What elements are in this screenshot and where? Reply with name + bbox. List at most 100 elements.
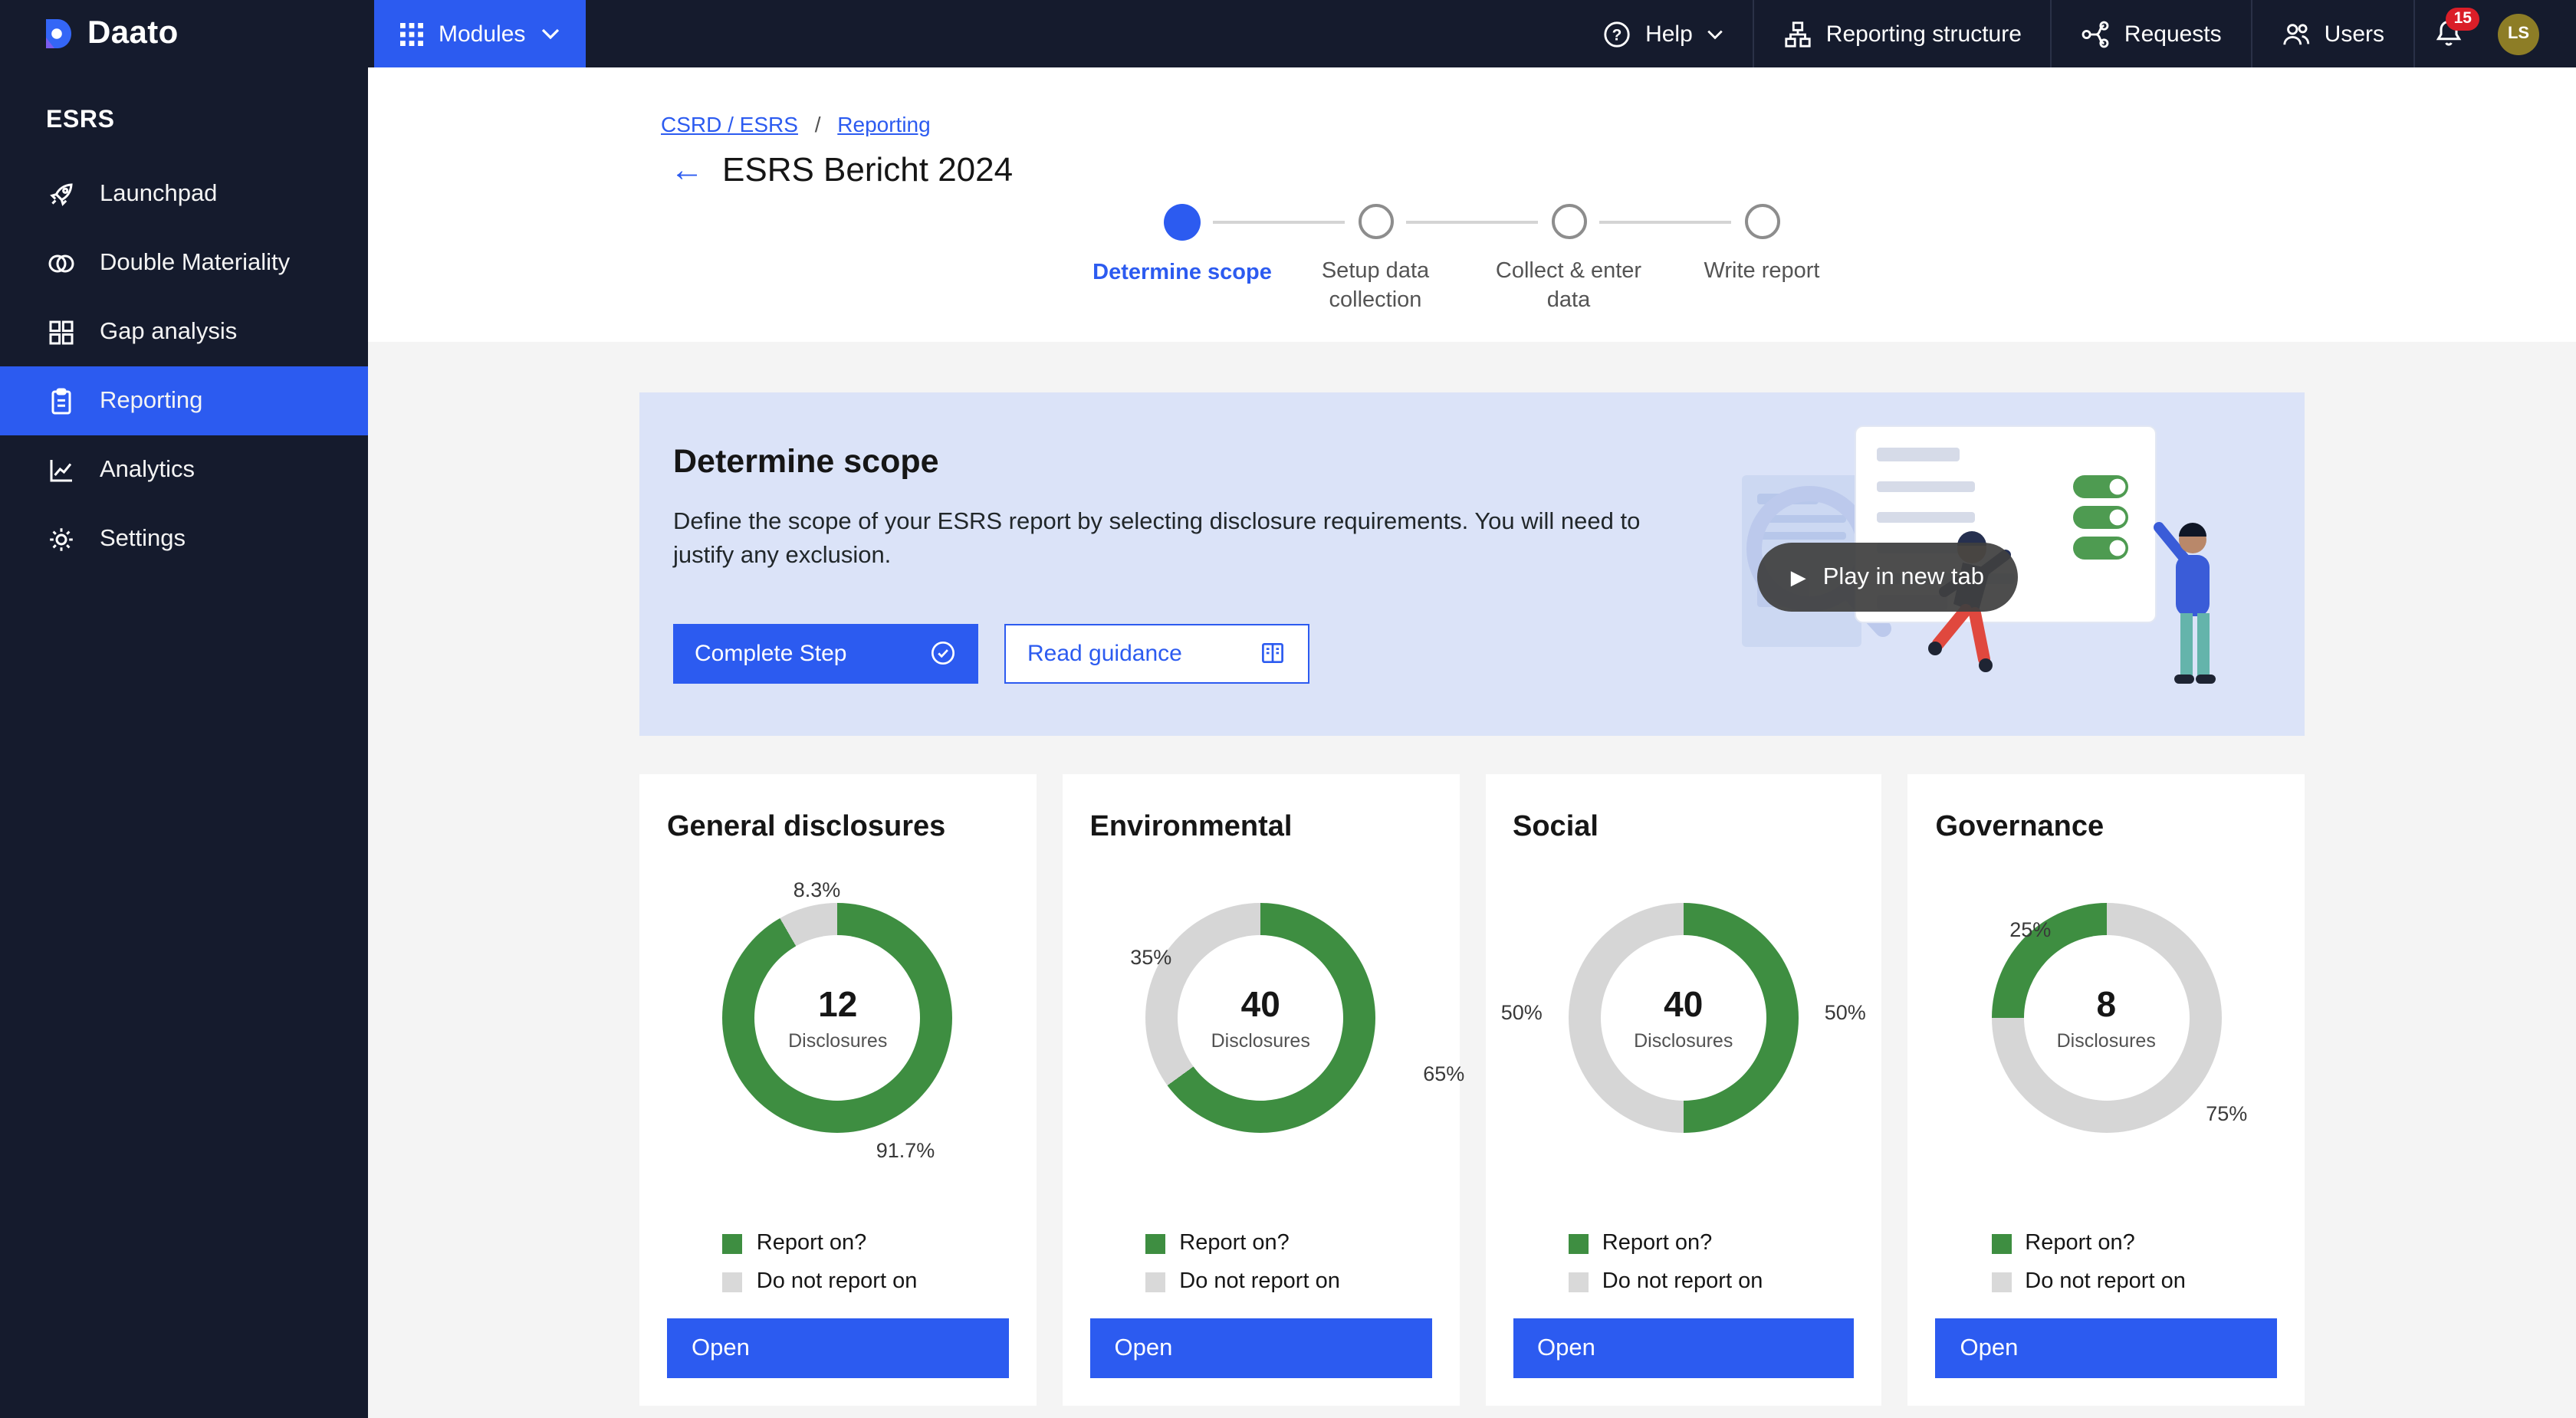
reporting-structure-link[interactable]: Reporting structure (1753, 0, 2051, 67)
card-social: Social 40 Disclosures 50% 50% Report on?… (1485, 774, 1882, 1406)
pct-label-report-on: 65% (1423, 1062, 1464, 1085)
pct-label-report-on: 25% (2009, 918, 2051, 941)
brand-name: Daato (87, 15, 179, 52)
chart-legend: Report on? Do not report on (1090, 1231, 1432, 1294)
gear-icon (46, 524, 77, 554)
sidebar-item-label: Double Materiality (100, 249, 290, 277)
modules-label: Modules (439, 21, 525, 47)
svg-text:?: ? (1612, 26, 1622, 44)
card-title: Social (1513, 811, 1855, 845)
requests-link[interactable]: Requests (2051, 0, 2251, 67)
chevron-down-icon (540, 28, 559, 40)
user-avatar[interactable]: LS (2498, 13, 2539, 54)
daato-logo-icon (40, 17, 74, 51)
progress-stepper: Determine scope Setup data collection Co… (1086, 204, 1858, 317)
category-cards: General disclosures 12 Disclosures 8.3% … (639, 774, 2305, 1406)
breadcrumb-separator: / (815, 112, 821, 136)
grid-icon (400, 22, 423, 45)
chart-legend: Report on? Do not report on (667, 1231, 1009, 1294)
open-button[interactable]: Open (667, 1318, 1009, 1378)
scope-illustration: ▶ Play in new tab (1742, 420, 2233, 708)
step-dot (1358, 204, 1393, 239)
topbar-right: ? Help Reporting structure (1573, 0, 2576, 67)
chart-legend: Report on? Do not report on (1936, 1231, 2278, 1294)
sidebar-item-label: Analytics (100, 456, 195, 484)
step-dot (1744, 204, 1779, 239)
sidebar-item-reporting[interactable]: Reporting (0, 366, 368, 435)
sidebar-item-label: Gap analysis (100, 318, 237, 346)
breadcrumb: CSRD / ESRS / Reporting (639, 112, 2305, 136)
read-guidance-button[interactable]: Read guidance (1004, 624, 1309, 684)
page-header: CSRD / ESRS / Reporting ← ESRS Bericht 2… (368, 67, 2576, 342)
clipboard-icon (46, 386, 77, 416)
pct-label-do-not-report: 50% (1501, 1001, 1543, 1024)
users-icon (2282, 19, 2311, 48)
pct-label-report-on: 50% (1825, 1001, 1866, 1024)
help-menu[interactable]: ? Help (1573, 0, 1753, 67)
chart-legend: Report on? Do not report on (1513, 1231, 1855, 1294)
chart-icon (46, 455, 77, 485)
grid-squares-icon (46, 317, 77, 347)
legend-swatch-green (1991, 1233, 2011, 1253)
modules-button[interactable]: Modules (374, 0, 585, 67)
card-title: Governance (1936, 811, 2278, 845)
legend-swatch-green (1569, 1233, 1589, 1253)
pct-label-do-not-report: 35% (1130, 946, 1171, 969)
step-write-report[interactable]: Write report (1665, 204, 1858, 317)
brand-logo[interactable]: Daato (0, 0, 368, 67)
help-label: Help (1645, 21, 1693, 47)
open-button[interactable]: Open (1513, 1318, 1855, 1378)
step-dot (1164, 204, 1201, 241)
sidebar-item-label: Reporting (100, 387, 202, 415)
card-title: Environmental (1090, 811, 1432, 845)
donut-center: 40 Disclosures (1145, 903, 1375, 1133)
card-general-disclosures: General disclosures 12 Disclosures 8.3% … (639, 774, 1037, 1406)
sidebar-item-gap-analysis[interactable]: Gap analysis (0, 297, 368, 366)
legend-swatch-gray (1145, 1272, 1165, 1292)
pct-label-do-not-report: 75% (2206, 1102, 2247, 1125)
notification-badge: 15 (2446, 8, 2479, 30)
sidebar-item-settings[interactable]: Settings (0, 504, 368, 573)
sidebar-item-launchpad[interactable]: Launchpad (0, 159, 368, 228)
back-button[interactable]: ← (670, 153, 704, 187)
reporting-structure-label: Reporting structure (1826, 21, 2022, 47)
card-title: General disclosures (667, 811, 1009, 845)
book-icon (1259, 640, 1286, 668)
complete-step-button[interactable]: Complete Step (673, 624, 978, 684)
page-title: ESRS Bericht 2024 (722, 150, 1013, 190)
legend-swatch-gray (1991, 1272, 2011, 1292)
play-in-new-tab-button[interactable]: ▶ Play in new tab (1757, 543, 2018, 612)
branch-icon (2082, 19, 2111, 48)
panel-description: Define the scope of your ESRS report by … (673, 506, 1654, 575)
open-button[interactable]: Open (1090, 1318, 1432, 1378)
donut-center: 40 Disclosures (1569, 903, 1799, 1133)
sidebar: ESRS Launchpad Double Materiality (0, 67, 368, 1418)
sidebar-item-double-materiality[interactable]: Double Materiality (0, 228, 368, 297)
legend-swatch-gray (1569, 1272, 1589, 1292)
legend-swatch-green (1145, 1233, 1165, 1253)
chevron-down-icon (1707, 28, 1723, 39)
sidebar-item-analytics[interactable]: Analytics (0, 435, 368, 504)
sidebar-section-title: ESRS (0, 67, 368, 159)
open-button[interactable]: Open (1936, 1318, 2278, 1378)
app-root: Daato Modules ? (0, 0, 2576, 1418)
sidebar-item-label: Settings (100, 525, 186, 553)
breadcrumb-link-reporting[interactable]: Reporting (837, 112, 930, 136)
pct-label-do-not-report: 8.3% (794, 878, 841, 901)
card-governance: Governance 8 Disclosures 75% 25% Report … (1908, 774, 2305, 1406)
users-link[interactable]: Users (2251, 0, 2413, 67)
determine-scope-panel: Determine scope Define the scope of your… (639, 392, 2305, 736)
notifications-button[interactable]: 15 (2413, 0, 2482, 67)
legend-swatch-green (723, 1233, 743, 1253)
hierarchy-icon (1783, 19, 1812, 48)
play-icon: ▶ (1791, 565, 1806, 589)
top-bar: Daato Modules ? (0, 0, 2576, 67)
main-content: CSRD / ESRS / Reporting ← ESRS Bericht 2… (368, 67, 2576, 1418)
card-environmental: Environmental 40 Disclosures 35% 65% Rep… (1063, 774, 1460, 1406)
donut-center: 12 Disclosures (723, 903, 953, 1133)
breadcrumb-link-csrd-esrs[interactable]: CSRD / ESRS (661, 112, 798, 136)
double-circles-icon (46, 248, 77, 278)
sidebar-item-label: Launchpad (100, 180, 217, 208)
step-dot (1551, 204, 1586, 239)
requests-label: Requests (2124, 21, 2222, 47)
